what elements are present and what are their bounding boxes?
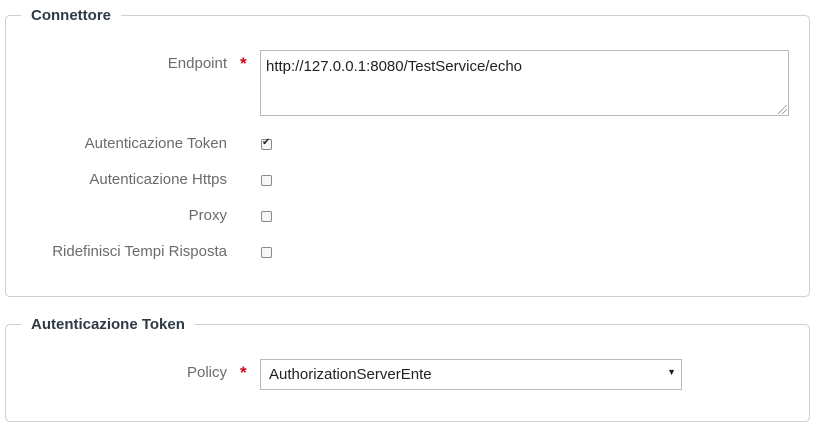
checkbox-autenticazione-token[interactable] xyxy=(261,137,272,150)
autenticazione-token-legend: Autenticazione Token xyxy=(21,315,195,335)
autenticazione-token-fieldset: Autenticazione Token Policy * Authorizat… xyxy=(5,315,810,422)
option-label-autenticazione-token: Autenticazione Token xyxy=(84,135,227,152)
endpoint-value: http://127.0.0.1:8080/TestService/echo xyxy=(266,58,523,75)
checkbox-ridefinisci-tempi-risposta[interactable] xyxy=(261,247,272,258)
connettore-fieldset: Connettore Endpoint * http://127.0.0.1:8… xyxy=(5,6,810,297)
caret-down-icon: ▼ xyxy=(667,367,676,377)
endpoint-required-mark: * xyxy=(240,54,247,73)
policy-label: Policy xyxy=(186,364,227,381)
endpoint-label: Endpoint xyxy=(167,55,227,72)
endpoint-textarea[interactable]: http://127.0.0.1:8080/TestService/echo xyxy=(260,50,789,116)
option-label-proxy: Proxy xyxy=(188,207,227,224)
checkbox-proxy[interactable] xyxy=(261,211,272,222)
policy-selected-value: AuthorizationServerEnte xyxy=(269,366,432,383)
resize-grip-icon[interactable] xyxy=(778,105,787,114)
checkbox-autenticazione-https[interactable] xyxy=(261,175,272,186)
option-label-autenticazione-https: Autenticazione Https xyxy=(89,171,227,188)
policy-select[interactable]: AuthorizationServerEnte ▼ xyxy=(260,359,682,390)
option-label-ridefinisci-tempi-risposta: Ridefinisci Tempi Risposta xyxy=(52,243,227,260)
connettore-legend: Connettore xyxy=(21,6,121,26)
policy-required-mark: * xyxy=(240,363,247,382)
